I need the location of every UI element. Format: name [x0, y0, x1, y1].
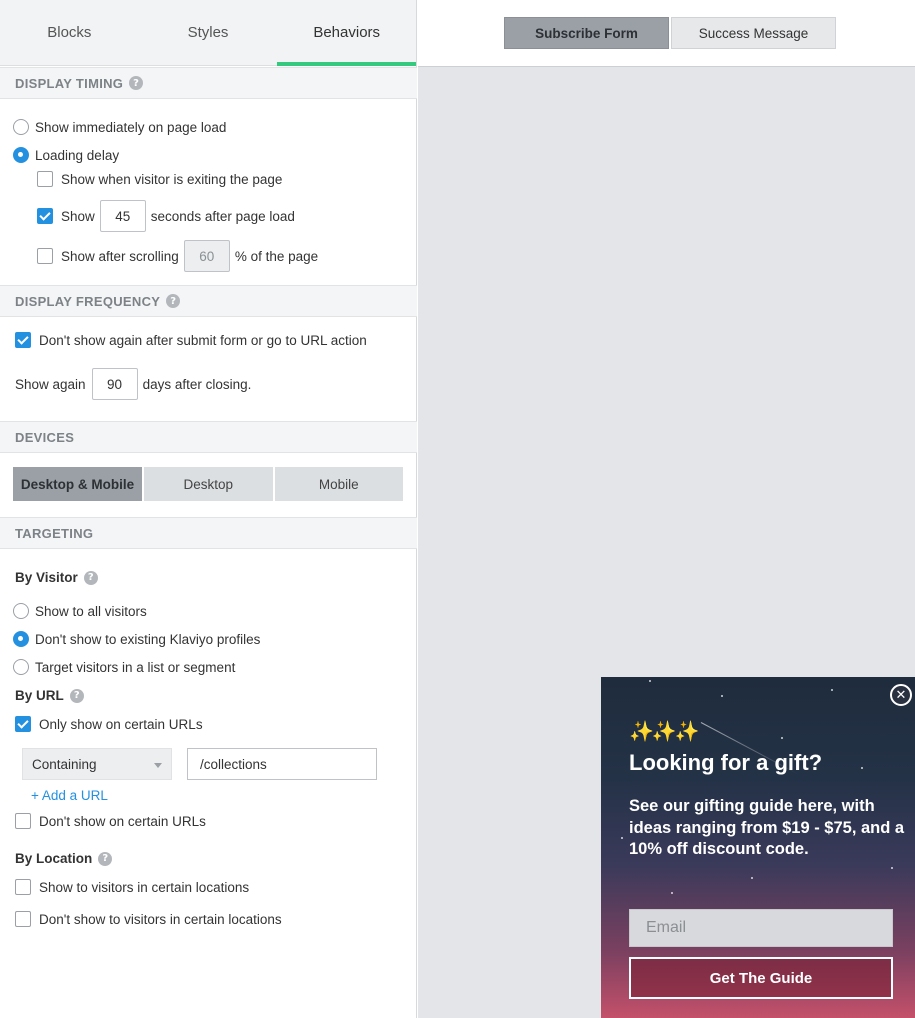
checkbox-scroll[interactable]: Show after scrolling 60 % of the page	[37, 240, 318, 272]
star-decoration	[891, 867, 893, 869]
by-location-heading: By Location ?	[15, 851, 113, 866]
radio-icon	[13, 659, 29, 675]
tab-blocks[interactable]: Blocks	[0, 0, 139, 65]
checkbox-icon	[37, 171, 53, 187]
checkbox-icon	[15, 911, 31, 927]
popup-body: See our gifting guide here, with ideas r…	[629, 797, 905, 858]
star-decoration	[649, 680, 651, 682]
display-frequency-heading: DISPLAY FREQUENCY ?	[0, 285, 417, 317]
help-icon[interactable]: ?	[98, 851, 113, 866]
url-match-select[interactable]: Containing	[22, 748, 172, 780]
popup-submit-button[interactable]: Get The Guide	[629, 957, 893, 999]
checkbox-time-delay[interactable]: Show 45 seconds after page load	[37, 200, 295, 232]
close-icon[interactable]: ✕	[890, 684, 912, 706]
star-decoration	[621, 837, 623, 839]
scroll-percent-input[interactable]: 60	[183, 240, 230, 272]
help-icon[interactable]: ?	[83, 570, 98, 585]
editor-tabs: Blocks Styles Behaviors	[0, 0, 416, 66]
device-mobile[interactable]: Mobile	[274, 467, 403, 501]
radio-selected-icon	[13, 147, 29, 163]
checkbox-checked-icon	[15, 716, 31, 732]
radio-not-existing-profiles[interactable]: Don't show to existing Klaviyo profiles	[13, 631, 260, 647]
star-decoration	[671, 892, 673, 894]
checkbox-icon	[37, 248, 53, 264]
tab-styles[interactable]: Styles	[139, 0, 278, 65]
targeting-heading: TARGETING	[0, 517, 417, 549]
checkbox-icon	[15, 879, 31, 895]
star-decoration	[781, 737, 783, 739]
sparkles-icon: ✨✨✨	[629, 719, 700, 743]
device-desktop[interactable]: Desktop	[144, 467, 273, 501]
radio-show-immediately[interactable]: Show immediately on page load	[13, 119, 226, 135]
url-input[interactable]: /collections	[187, 748, 377, 780]
preview-toolbar: Subscribe Form Success Message	[418, 0, 915, 67]
radio-selected-icon	[13, 631, 29, 647]
popup-email-input[interactable]: Email	[629, 909, 893, 947]
checkbox-checked-icon	[37, 208, 53, 224]
help-icon[interactable]: ?	[129, 76, 144, 90]
radio-loading-delay[interactable]: Loading delay	[13, 147, 119, 163]
days-input[interactable]: 90	[91, 368, 138, 400]
checkbox-icon	[15, 813, 31, 829]
checkbox-dont-show-again[interactable]: Don't show again after submit form or go…	[15, 332, 367, 348]
star-decoration	[751, 877, 753, 879]
behaviors-panel: Blocks Styles Behaviors DISPLAY TIMING ?…	[0, 0, 417, 1018]
checkbox-exit-intent[interactable]: Show when visitor is exiting the page	[37, 171, 282, 187]
tab-subscribe-form[interactable]: Subscribe Form	[504, 17, 669, 49]
star-decoration	[721, 695, 723, 697]
checkbox-show-locations[interactable]: Show to visitors in certain locations	[15, 879, 249, 895]
radio-all-visitors[interactable]: Show to all visitors	[13, 603, 147, 619]
checkbox-only-certain-urls[interactable]: Only show on certain URLs	[15, 716, 203, 732]
by-visitor-heading: By Visitor ?	[15, 570, 98, 585]
devices-heading: DEVICES	[0, 421, 417, 453]
checkbox-dont-locations[interactable]: Don't show to visitors in certain locati…	[15, 911, 282, 927]
help-icon[interactable]: ?	[166, 294, 181, 308]
checkbox-checked-icon	[15, 332, 31, 348]
show-again-row: Show again 90 days after closing.	[15, 368, 251, 400]
help-icon[interactable]: ?	[69, 688, 84, 703]
popup-title: Looking for a gift?	[629, 750, 823, 775]
star-decoration	[831, 689, 833, 691]
device-desktop-mobile[interactable]: Desktop & Mobile	[13, 467, 142, 501]
radio-target-list[interactable]: Target visitors in a list or segment	[13, 659, 235, 675]
star-decoration	[861, 767, 863, 769]
checkbox-dont-certain-urls[interactable]: Don't show on certain URLs	[15, 813, 206, 829]
tab-success-message[interactable]: Success Message	[671, 17, 836, 49]
radio-icon	[13, 119, 29, 135]
add-url-link[interactable]: + Add a URL	[31, 788, 108, 803]
display-timing-heading: DISPLAY TIMING ?	[0, 67, 417, 99]
tab-behaviors[interactable]: Behaviors	[277, 0, 416, 66]
seconds-input[interactable]: 45	[99, 200, 146, 232]
chevron-down-icon	[154, 763, 162, 768]
device-selector: Desktop & Mobile Desktop Mobile	[13, 467, 403, 501]
popup-form: ✨✨✨ Looking for a gift? See our gifting …	[601, 677, 915, 1018]
by-url-heading: By URL ?	[15, 688, 84, 703]
radio-icon	[13, 603, 29, 619]
